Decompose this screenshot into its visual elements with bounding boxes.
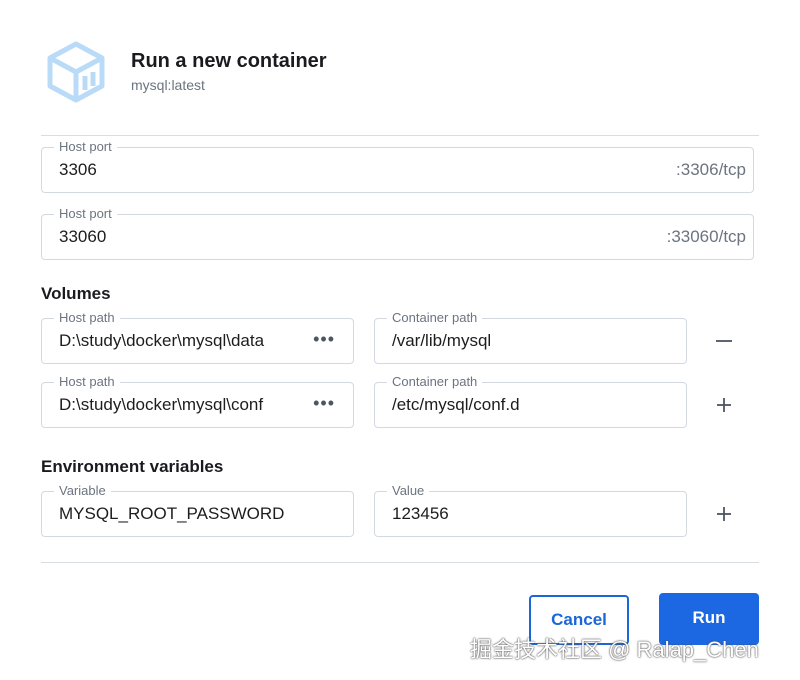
dialog-header: Run a new container mysql:latest (44, 40, 744, 104)
footer-divider (41, 562, 759, 563)
host-port-field[interactable]: Host port 3306 :3306/tcp (41, 138, 754, 193)
host-path-value[interactable]: D:\study\docker\mysql\conf (59, 395, 263, 415)
watermark-text: 掘金技术社区 @ Ralap_Chen (470, 637, 759, 662)
env-heading: Environment variables (41, 457, 224, 476)
browse-more-icon[interactable]: ••• (313, 393, 335, 414)
dialog-title: Run a new container (131, 50, 327, 72)
container-path-field[interactable]: Container path /var/lib/mysql (374, 309, 687, 364)
header-divider (41, 135, 759, 136)
host-path-value[interactable]: D:\study\docker\mysql\data (59, 331, 264, 351)
host-port-label: Host port (54, 138, 117, 156)
minus-icon (716, 340, 732, 342)
volumes-heading: Volumes (41, 284, 111, 303)
add-volume-button[interactable] (710, 391, 738, 419)
container-path-field[interactable]: Container path /etc/mysql/conf.d (374, 373, 687, 428)
container-port-suffix: :3306/tcp (676, 160, 746, 179)
browse-more-icon[interactable]: ••• (313, 329, 335, 350)
container-path-value[interactable]: /etc/mysql/conf.d (392, 395, 520, 415)
host-port-value[interactable]: 33060 (59, 227, 106, 247)
env-value-field[interactable]: Value 123456 (374, 482, 687, 537)
container-path-label: Container path (387, 373, 483, 391)
env-variable-field[interactable]: Variable MYSQL_ROOT_PASSWORD (41, 482, 354, 537)
container-port-suffix: :33060/tcp (666, 227, 746, 246)
host-port-label: Host port (54, 205, 117, 223)
add-env-button[interactable] (710, 500, 738, 528)
container-cube-icon (44, 40, 108, 104)
plus-icon (717, 398, 731, 412)
container-path-label: Container path (387, 309, 483, 327)
container-path-value[interactable]: /var/lib/mysql (392, 331, 491, 351)
env-value-label: Value (387, 482, 430, 500)
host-path-label: Host path (54, 309, 120, 327)
plus-icon (717, 507, 731, 521)
image-name: mysql:latest (131, 77, 205, 93)
host-path-label: Host path (54, 373, 120, 391)
host-port-value[interactable]: 3306 (59, 160, 97, 180)
env-variable-label: Variable (54, 482, 111, 500)
host-path-field[interactable]: Host path D:\study\docker\mysql\data ••• (41, 309, 354, 364)
host-path-field[interactable]: Host path D:\study\docker\mysql\conf ••• (41, 373, 354, 428)
env-value-value[interactable]: 123456 (392, 504, 449, 524)
remove-volume-button[interactable] (710, 327, 738, 355)
env-variable-value[interactable]: MYSQL_ROOT_PASSWORD (59, 504, 284, 524)
host-port-field[interactable]: Host port 33060 :33060/tcp (41, 205, 754, 260)
